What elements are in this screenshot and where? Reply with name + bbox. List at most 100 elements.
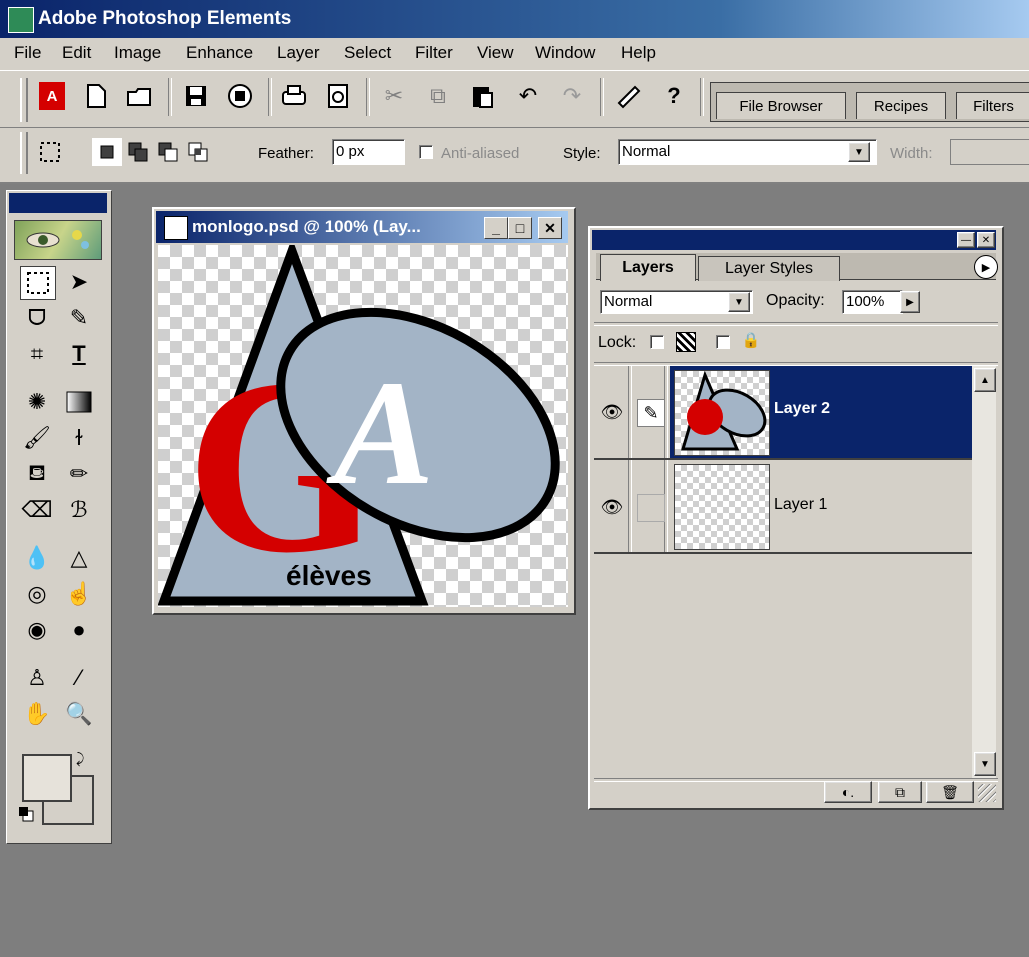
palette-close-button[interactable]: ✕ xyxy=(977,232,995,248)
lock-transparency-checkbox[interactable] xyxy=(650,335,664,349)
redo-icon[interactable]: ↷ xyxy=(556,80,588,112)
print-preview-icon[interactable] xyxy=(322,80,354,112)
save-for-web-icon[interactable] xyxy=(224,80,256,112)
help-icon[interactable]: ? xyxy=(658,80,690,112)
menu-layer[interactable]: Layer xyxy=(277,43,320,63)
menu-file[interactable]: File xyxy=(14,43,41,63)
eraser-tool-icon[interactable]: ⌫ xyxy=(20,494,54,526)
blur-tool-icon[interactable]: 💧 xyxy=(20,542,54,574)
tab-file-browser[interactable]: File Browser xyxy=(716,92,846,119)
palette-divider xyxy=(594,322,998,326)
cut-icon[interactable]: ✂ xyxy=(378,80,410,112)
menu-select[interactable]: Select xyxy=(344,43,391,63)
custom-shape-tool-icon[interactable]: ✺ xyxy=(20,386,54,418)
eye-logo-icon[interactable] xyxy=(14,220,102,260)
move-tool-icon[interactable]: ➤ xyxy=(62,266,96,298)
pencil-tool-icon[interactable]: ✏ xyxy=(62,458,96,490)
feather-input[interactable]: 0 px xyxy=(332,139,405,165)
opacity-input[interactable]: 100% xyxy=(842,290,903,314)
marquee-preset-icon[interactable] xyxy=(38,140,62,164)
close-button[interactable]: ✕ xyxy=(538,217,562,239)
tab-layers[interactable]: Layers xyxy=(600,254,696,281)
step-backward-icon[interactable] xyxy=(612,80,644,112)
resize-grip-icon[interactable] xyxy=(978,784,996,802)
minimize-button[interactable]: _ xyxy=(484,217,508,239)
add-to-selection-icon[interactable] xyxy=(126,140,150,164)
new-selection-icon[interactable] xyxy=(92,138,122,166)
brush-tool-icon[interactable]: ɫ xyxy=(62,422,96,454)
tab-filters[interactable]: Filters xyxy=(956,92,1029,119)
toolbar-grip[interactable] xyxy=(20,78,28,122)
tab-layer-styles[interactable]: Layer Styles xyxy=(698,256,840,281)
width-label: Width: xyxy=(890,145,933,162)
menu-help[interactable]: Help xyxy=(621,43,656,63)
paint-bucket-tool-icon[interactable]: ⛾ xyxy=(20,458,54,490)
style-select[interactable]: Normal xyxy=(618,139,877,165)
palette-menu-icon[interactable]: ▶ xyxy=(974,255,998,279)
scroll-up-button[interactable]: ▲ xyxy=(974,368,996,392)
foreground-color-swatch[interactable] xyxy=(22,754,72,802)
new-file-icon[interactable] xyxy=(80,80,112,112)
save-icon[interactable] xyxy=(180,80,212,112)
layers-scrollbar[interactable] xyxy=(972,366,996,778)
selection-brush-tool-icon[interactable]: 🖌 xyxy=(20,422,54,454)
magic-wand-tool-icon[interactable]: ✎ xyxy=(62,302,96,334)
crop-tool-icon[interactable]: ⌗ xyxy=(20,338,54,370)
red-eye-brush-tool-icon[interactable]: ◉ xyxy=(20,614,54,646)
hand-tool-icon[interactable]: ✋ xyxy=(20,698,54,730)
zoom-tool-icon[interactable]: 🔍 xyxy=(62,698,96,730)
lock-all-checkbox[interactable] xyxy=(716,335,730,349)
default-colors-icon[interactable] xyxy=(18,806,34,822)
sponge-tool-icon[interactable]: ◎ xyxy=(20,578,54,610)
subtract-from-selection-icon[interactable] xyxy=(156,140,180,164)
swap-colors-icon[interactable]: ⤸ xyxy=(76,750,92,766)
layer-1-link-box[interactable] xyxy=(637,494,665,522)
document-canvas[interactable]: G A élèves xyxy=(157,237,568,607)
layer-2-visibility-eye-icon[interactable]: 👁 xyxy=(599,399,625,425)
adobe-logo-icon[interactable]: A xyxy=(36,80,68,112)
blend-mode-dropdown-arrow-icon[interactable]: ▼ xyxy=(728,292,750,312)
menu-edit[interactable]: Edit xyxy=(62,43,91,63)
layer-2-name: Layer 2 xyxy=(774,400,831,417)
copy-icon[interactable]: ⧉ xyxy=(422,80,454,112)
layer-1-visibility-eye-icon[interactable]: 👁 xyxy=(599,494,625,520)
toolbox-title-bar[interactable] xyxy=(9,193,107,213)
clone-stamp-tool-icon[interactable]: ♙ xyxy=(20,662,54,694)
style-dropdown-arrow-icon[interactable]: ▼ xyxy=(848,142,870,162)
maximize-button[interactable]: □ xyxy=(508,217,532,239)
menu-image[interactable]: Image xyxy=(114,43,161,63)
delete-layer-icon[interactable]: 🗑 xyxy=(926,781,974,803)
gradient-tool-icon[interactable] xyxy=(62,386,96,418)
width-input[interactable] xyxy=(950,139,1029,165)
lasso-tool-icon[interactable]: ᗜ xyxy=(20,302,54,334)
intersect-selection-icon[interactable] xyxy=(186,140,210,164)
sharpen-tool-icon[interactable]: △ xyxy=(62,542,96,574)
open-file-icon[interactable] xyxy=(124,80,156,112)
smudge-tool-icon[interactable]: ☝ xyxy=(62,578,96,610)
menu-filter[interactable]: Filter xyxy=(415,43,453,63)
anti-aliased-checkbox[interactable] xyxy=(419,145,433,159)
new-layer-icon[interactable]: ⧉ xyxy=(878,781,922,803)
opacity-slider-arrow-icon[interactable]: ▶ xyxy=(900,291,920,313)
tab-recipes[interactable]: Recipes xyxy=(856,92,946,119)
menu-view[interactable]: View xyxy=(477,43,514,63)
paste-icon[interactable] xyxy=(466,80,498,112)
menu-enhance[interactable]: Enhance xyxy=(186,43,253,63)
dodge-tool-icon[interactable]: ● xyxy=(62,614,96,646)
menu-window[interactable]: Window xyxy=(535,43,595,63)
new-adjustment-layer-icon[interactable]: ◐. xyxy=(824,781,872,803)
options-bar-grip[interactable] xyxy=(20,132,28,174)
eyedropper-tool-icon[interactable]: ⁄ xyxy=(62,662,96,694)
layer-1-thumbnail[interactable] xyxy=(674,464,770,550)
layer-2-thumbnail[interactable] xyxy=(674,370,770,456)
print-icon[interactable] xyxy=(278,80,310,112)
type-tool-icon[interactable]: T xyxy=(62,338,96,370)
toolbar-separator xyxy=(366,78,370,116)
marquee-tool-icon[interactable] xyxy=(20,266,56,300)
undo-icon[interactable]: ↶ xyxy=(512,80,544,112)
impressionist-brush-tool-icon[interactable]: ℬ xyxy=(62,494,96,526)
scroll-down-button[interactable]: ▼ xyxy=(974,752,996,776)
palette-minimize-button[interactable]: — xyxy=(957,232,975,248)
layers-palette-title-bar[interactable] xyxy=(592,230,996,250)
layer-2-brush-icon[interactable]: ✎ xyxy=(637,399,665,427)
